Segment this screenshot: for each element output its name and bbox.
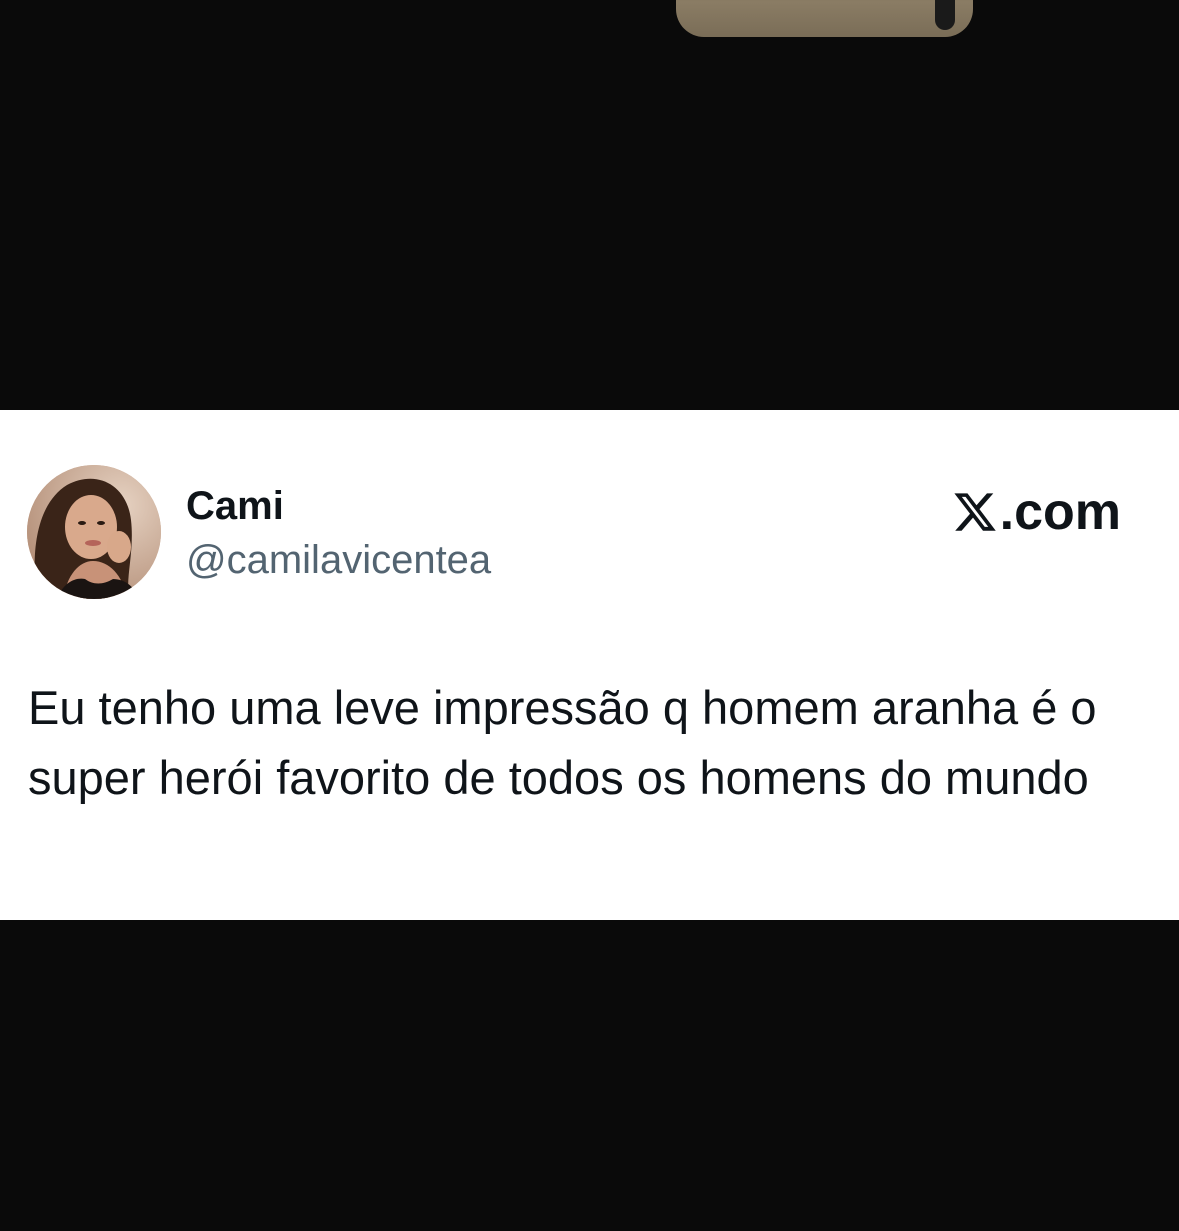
screen: Cami @camilavicentea .com Eu tenho uma l…	[0, 0, 1179, 1231]
avatar-image	[27, 465, 161, 599]
brand-link[interactable]: .com	[952, 482, 1121, 542]
image-shadow-detail	[935, 0, 955, 30]
tweet-text: Eu tenho uma leve impressão q homem aran…	[28, 681, 1097, 804]
author-name[interactable]: Cami	[186, 482, 284, 530]
avatar[interactable]	[27, 465, 161, 599]
tweet-card: Cami @camilavicentea .com Eu tenho uma l…	[0, 410, 1179, 920]
x-logo-icon	[954, 493, 996, 531]
author-handle[interactable]: @camilavicentea	[186, 536, 491, 584]
cropped-image-fragment	[676, 0, 973, 37]
brand-domain: .com	[999, 483, 1121, 541]
